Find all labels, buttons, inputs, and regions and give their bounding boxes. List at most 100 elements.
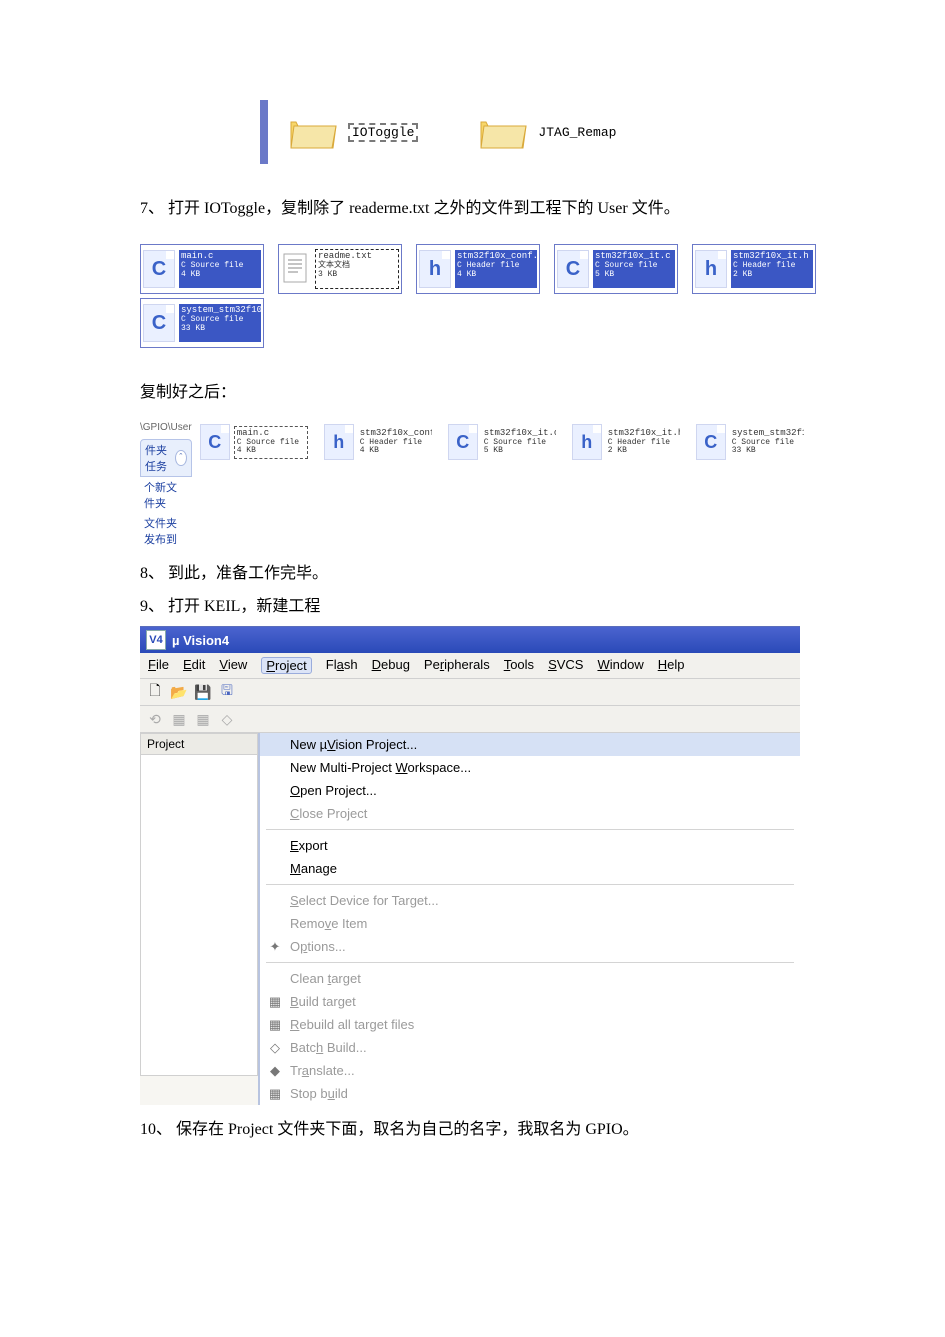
file-tile[interactable]: Cmain.cC Source file4 KB (200, 422, 308, 462)
folder-iotoggle[interactable]: IOToggle (288, 112, 418, 152)
after-copy-label: 复制好之后： (140, 378, 845, 402)
menu-edit[interactable]: Edit (183, 657, 205, 674)
menu-peripherals[interactable]: Peripherals (424, 657, 490, 674)
menu-item-label: Manage (290, 861, 337, 876)
sidebar-link-publish[interactable]: 文件夹发布到 (140, 513, 192, 549)
menu-item-icon: ◆ (266, 1063, 284, 1079)
project-pane: Project (140, 733, 258, 1105)
menu-item[interactable]: New Multi-Project Workspace... (260, 756, 800, 779)
menubar: File Edit View Project Flash Debug Perip… (140, 653, 800, 679)
file-text: main.cC Source file4 KB (234, 426, 308, 459)
file-text: stm32f10x_conf.hC Header file4 KB (358, 427, 432, 458)
file-tile[interactable]: Csystem_stm32f10x.cC Source file33 KB (696, 422, 804, 462)
menu-item[interactable]: Manage (260, 857, 800, 880)
folder-icon (478, 112, 528, 152)
menu-item-label: Select Device for Target... (290, 893, 439, 908)
user-explorer: \GPIO\User 件夹任务 ˆ 个新文件夹 文件夹发布到 Cmain.cC … (140, 422, 810, 549)
menu-separator (266, 962, 794, 963)
titlebar: V4 µ Vision4 (140, 627, 800, 653)
toolbar-2: ⟲ ▦ ▦ ◇ (140, 706, 800, 733)
folder-strip: IOToggle JTAG_Remap (260, 100, 788, 164)
menu-help[interactable]: Help (658, 657, 685, 674)
menu-item: ▦Rebuild all target files (260, 1013, 800, 1036)
menu-item: Remove Item (260, 912, 800, 935)
file-tile[interactable]: Csystem_stm32f10x.cC Source file33 KB (140, 298, 264, 348)
file-tile[interactable]: hstm32f10x_conf.hC Header file4 KB (416, 244, 540, 294)
file-tile[interactable]: hstm32f10x_it.hC Header file2 KB (572, 422, 680, 462)
menu-item: ▦Stop build (260, 1082, 800, 1105)
menu-item-icon: ▦ (266, 994, 284, 1010)
h-file-icon: h (572, 424, 602, 460)
file-text: system_stm32f10x.cC Source file33 KB (730, 427, 804, 458)
tasks-label: 件夹任务 (145, 442, 175, 474)
menu-item-label: Rebuild all target files (290, 1017, 414, 1032)
step8-text: 8、 到此，准备工作完毕。 (140, 559, 845, 589)
app-icon: V4 (146, 630, 166, 650)
menu-view[interactable]: View (219, 657, 247, 674)
menu-separator (266, 829, 794, 830)
sidebar-link-create[interactable]: 个新文件夹 (140, 477, 192, 513)
file-tile[interactable]: hstm32f10x_conf.hC Header file4 KB (324, 422, 432, 462)
h-file-icon: h (419, 250, 451, 288)
batch-icon[interactable]: ◇ (218, 710, 236, 728)
menu-item: Close Project (260, 802, 800, 825)
menu-item-label: New Multi-Project Workspace... (290, 760, 471, 775)
project-menu-dropdown: New µVision Project... New Multi-Project … (258, 733, 800, 1105)
menu-item-label: Batch Build... (290, 1040, 367, 1055)
path-crumb: \GPIO\User (140, 422, 192, 433)
file-text: readme.txt文本文档3 KB (315, 249, 399, 289)
file-text: main.cC Source file4 KB (179, 250, 261, 288)
menu-separator (266, 884, 794, 885)
menu-window[interactable]: Window (597, 657, 643, 674)
folder-jtag[interactable]: JTAG_Remap (478, 112, 616, 152)
file-text: stm32f10x_it.cC Source file5 KB (482, 427, 556, 458)
translate-icon[interactable]: ⟲ (146, 710, 164, 728)
uvision-window: V4 µ Vision4 File Edit View Project Flas… (140, 626, 800, 1105)
menu-file[interactable]: File (148, 657, 169, 674)
menu-item[interactable]: Export (260, 834, 800, 857)
file-tile[interactable]: Cmain.cC Source file4 KB (140, 244, 264, 294)
h-file-icon: h (324, 424, 354, 460)
menu-tools[interactable]: Tools (504, 657, 534, 674)
menu-item-label: Build target (290, 994, 356, 1009)
menu-flash[interactable]: Flash (326, 657, 358, 674)
window-title: µ Vision4 (172, 633, 229, 648)
menu-item[interactable]: Open Project... (260, 779, 800, 802)
menu-item: Clean target (260, 967, 800, 990)
folder-label: IOToggle (348, 123, 418, 142)
menu-item-label: Stop build (290, 1086, 348, 1101)
c-file-icon: C (200, 424, 230, 460)
menu-item-label: Open Project... (290, 783, 377, 798)
menu-project[interactable]: Project (261, 657, 311, 674)
folder-icon (288, 112, 338, 152)
menu-item[interactable]: New µVision Project... (260, 733, 800, 756)
h-file-icon: h (695, 250, 727, 288)
build-icon[interactable]: ▦ (170, 710, 188, 728)
file-tile[interactable]: Cstm32f10x_it.cC Source file5 KB (554, 244, 678, 294)
save-all-icon[interactable]: 🖫 (218, 683, 236, 701)
rebuild-icon[interactable]: ▦ (194, 710, 212, 728)
file-tile[interactable]: Cstm32f10x_it.cC Source file5 KB (448, 422, 556, 462)
tasks-header[interactable]: 件夹任务 ˆ (140, 439, 192, 477)
file-tile[interactable]: readme.txt文本文档3 KB (278, 244, 402, 294)
project-pane-body[interactable] (140, 755, 258, 1076)
file-tile[interactable]: hstm32f10x_it.hC Header file2 KB (692, 244, 816, 294)
menu-item: ✦Options... (260, 935, 800, 958)
menu-item-icon: ✦ (266, 939, 284, 955)
c-file-icon: C (448, 424, 478, 460)
menu-debug[interactable]: Debug (372, 657, 410, 674)
save-icon[interactable]: 💾 (194, 683, 212, 701)
folder-label: JTAG_Remap (538, 125, 616, 140)
menu-svcs[interactable]: SVCS (548, 657, 583, 674)
file-text: stm32f10x_it.hC Header file2 KB (606, 427, 680, 458)
new-file-icon[interactable]: 🗋 (146, 683, 164, 701)
file-text: stm32f10x_it.cC Source file5 KB (593, 250, 675, 288)
menu-item-label: Remove Item (290, 916, 367, 931)
c-file-icon: C (143, 304, 175, 342)
menu-item-icon: ◇ (266, 1040, 284, 1056)
menu-item: ◆Translate... (260, 1059, 800, 1082)
chevron-up-icon[interactable]: ˆ (175, 450, 187, 466)
open-icon[interactable]: 📂 (170, 683, 188, 701)
menu-item: ▦ Build target (260, 990, 800, 1013)
project-pane-header: Project (140, 733, 258, 755)
